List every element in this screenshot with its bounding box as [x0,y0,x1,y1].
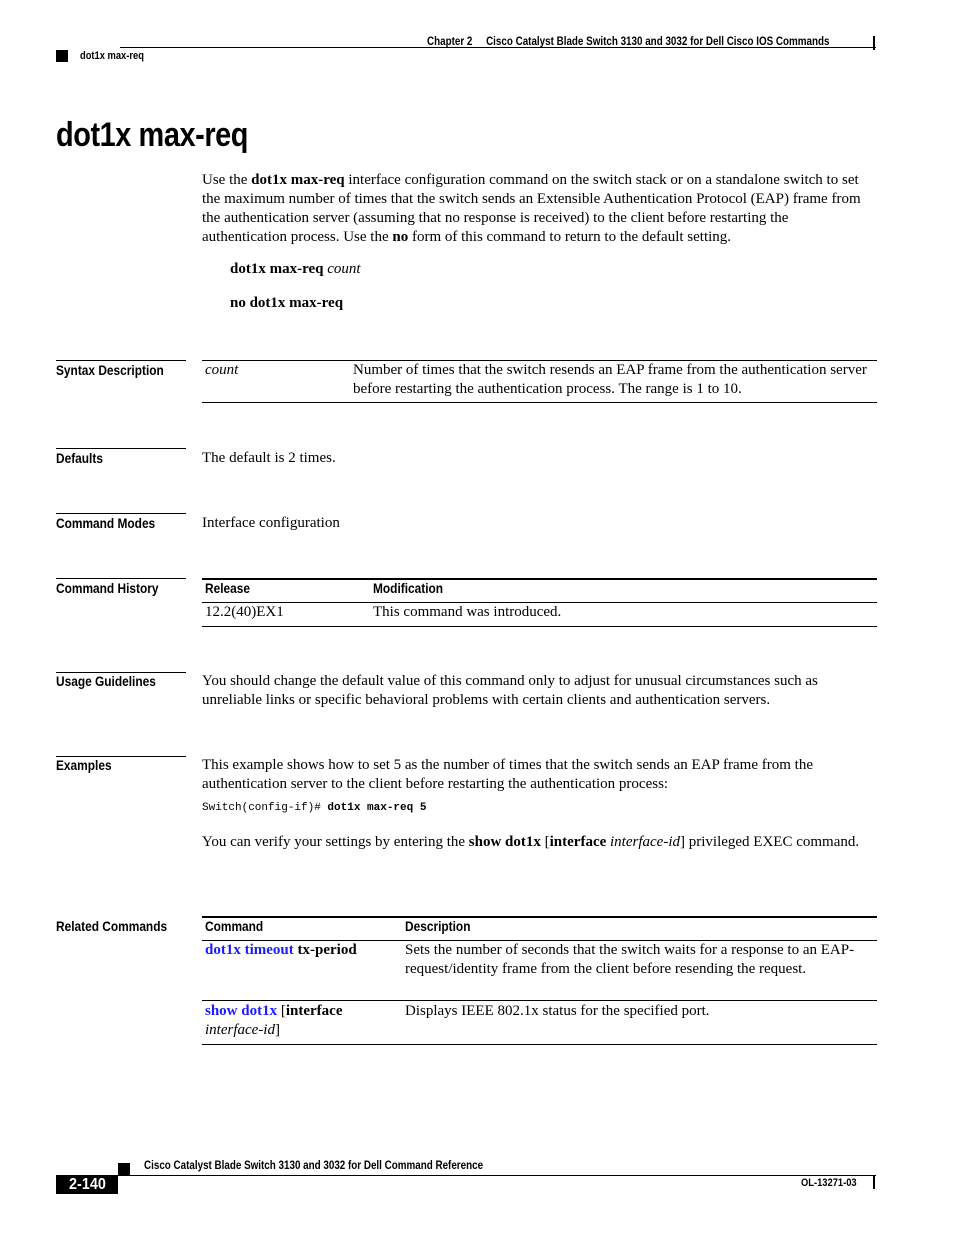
section-label-usage-guidelines: Usage Guidelines [56,673,156,689]
section-rule [56,360,186,361]
document-number: OL-13271-03 [801,1177,857,1189]
footer-book-title: Cisco Catalyst Blade Switch 3130 and 303… [144,1158,484,1172]
bracket: [ [277,1003,286,1019]
history-release: 12.2(40)EX1 [205,604,284,620]
syntax-param: count [205,361,238,380]
command-modes-text: Interface configuration [202,515,340,531]
related-command-cell: show dot1x [interface interface-id] [205,1002,400,1040]
syntax-argument: count [327,261,361,277]
book-section-title: Cisco Catalyst Blade Switch 3130 and 303… [486,34,830,48]
footer-rule [118,1175,876,1176]
intro-paragraph: Use the dot1x max-req interface configur… [202,171,876,247]
section-label-command-history: Command History [56,580,159,596]
syntax-param-description: Number of times that the switch resends … [353,362,867,397]
param-name: count [205,362,239,378]
page-number: 2-140 [56,1175,118,1194]
column-header-modification: Modification [373,580,444,596]
column-header-command: Command [205,918,264,934]
syntax-command: dot1x max-req [230,261,324,277]
section-rule [56,513,186,514]
verify-text: You can verify your settings by entering… [202,833,876,852]
header-marker-block [56,50,68,62]
intro-command: dot1x max-req [251,172,345,188]
history-modification: This command was introduced. [373,604,562,620]
defaults-text: The default is 2 times. [202,450,336,466]
related-command-keyword: interface [285,1003,343,1019]
section-label-related-commands: Related Commands [56,918,168,934]
header-command-name: dot1x max-req [80,50,144,62]
section-label-examples: Examples [56,757,112,773]
page-number-text: 2-140 [68,1176,106,1193]
section-label-syntax-description: Syntax Description [56,362,164,378]
section-label-defaults: Defaults [56,450,103,466]
related-command-argument: interface-id [205,1022,275,1038]
related-command-description: Displays IEEE 802.1x status for the spec… [405,1003,710,1019]
bracket: ] [274,1022,280,1038]
verify-text-part: [ [540,834,550,850]
syntax-line: dot1x max-req count [230,261,361,278]
table-top-rule [202,578,877,580]
section-rule [56,448,186,449]
table-bottom-rule [202,1044,877,1045]
verify-argument: interface-id [610,834,680,850]
column-header-release: Release [205,580,250,596]
table-bottom-rule [202,402,877,403]
link-dot1x-timeout[interactable]: dot1x timeout [205,942,294,958]
code-command: dot1x max-req 5 [327,802,427,814]
related-command-keyword: tx-period [293,942,357,958]
footer-marker-block [118,1163,130,1175]
footer-vertical-bar [873,1175,875,1189]
column-header-description: Description [405,918,471,934]
usage-guidelines-text: You should change the default value of t… [202,673,818,708]
related-command-cell: dot1x timeout tx-period [205,941,400,960]
verify-keyword: interface [549,834,607,850]
verify-text-part: You can verify your settings by entering… [202,834,469,850]
section-rule [56,578,186,579]
example-code: Switch(config-if)# dot1x max-req 5 [202,802,426,814]
intro-text: form of this command to return to the de… [408,229,732,245]
header-rule [120,47,876,48]
verify-command: show dot1x [468,834,541,850]
page-title: dot1x max-req [56,116,249,154]
table-top-rule [202,916,877,918]
syntax-line-no: no dot1x max-req [230,295,343,312]
link-show-dot1x[interactable]: show dot1x [205,1003,277,1019]
code-prompt: Switch(config-if)# [202,802,328,814]
running-header: Chapter 2 Cisco Catalyst Blade Switch 31… [427,34,829,48]
examples-text: This example shows how to set 5 as the n… [202,757,813,792]
related-command-description: Sets the number of seconds that the swit… [405,942,855,977]
intro-text: Use the [202,172,252,188]
syntax-no-command: no dot1x max-req [230,295,344,311]
table-row-rule [202,1000,877,1001]
verify-text-part: ] privileged EXEC command. [680,834,860,850]
table-bottom-rule [202,626,877,627]
chapter-label: Chapter 2 [427,34,473,48]
intro-no-keyword: no [392,229,409,245]
section-label-command-modes: Command Modes [56,515,156,531]
